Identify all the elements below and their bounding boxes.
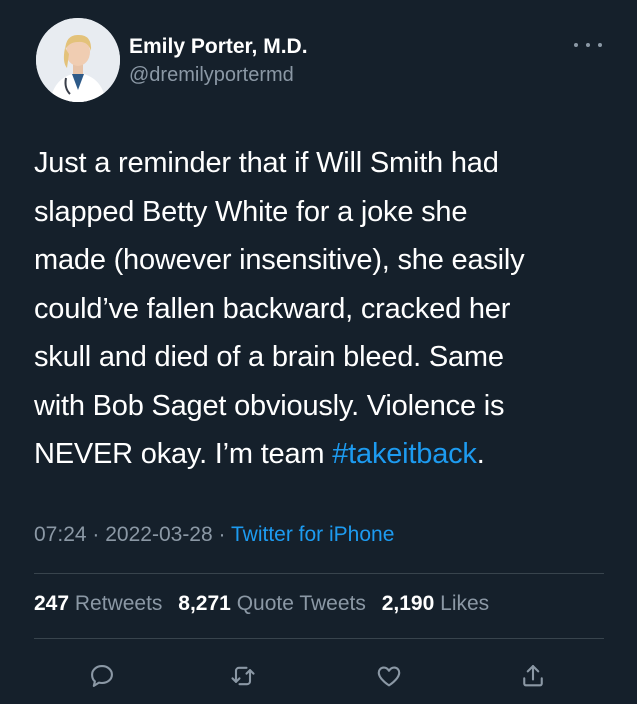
tweet-text-line: made (however insensitive), she easily: [34, 244, 525, 276]
divider: [34, 638, 604, 639]
meta-separator: ·: [92, 523, 100, 546]
hashtag-link[interactable]: #takeitback: [332, 438, 477, 470]
share-icon[interactable]: [513, 656, 553, 696]
tweet-stats: 247 Retweets 8,271 Quote Tweets 2,190 Li…: [34, 592, 499, 616]
tweet: Emily Porter, M.D. @dremilyportermd Just…: [0, 0, 637, 704]
more-dot: [598, 43, 602, 47]
avatar[interactable]: [36, 18, 120, 102]
tweet-text-line: slapped Betty White for a joke she: [34, 195, 468, 228]
tweet-text-line: Just a reminder that if Will Smith had: [34, 147, 499, 179]
retweet-icon[interactable]: [223, 656, 263, 696]
author-names: Emily Porter, M.D. @dremilyportermd: [129, 34, 308, 88]
display-name[interactable]: Emily Porter, M.D.: [129, 34, 308, 60]
quotes-stat[interactable]: 8,271 Quote Tweets: [178, 592, 366, 615]
like-icon[interactable]: [369, 656, 409, 696]
tweet-text: Just a reminder that if Will Smith had s…: [34, 139, 614, 479]
likes-stat[interactable]: 2,190 Likes: [382, 592, 489, 615]
tweet-text-line: with Bob Saget obviously. Violence is: [34, 389, 505, 422]
quotes-label: Quote Tweets: [236, 592, 366, 615]
divider: [34, 573, 604, 574]
tweet-time[interactable]: 07:24: [34, 523, 87, 546]
likes-count: 2,190: [381, 592, 435, 615]
tweet-source-link[interactable]: Twitter for iPhone: [231, 523, 394, 546]
tweet-meta: 07:24 · 2022-03-28 · Twitter for iPhone: [34, 523, 394, 547]
retweets-label: Retweets: [74, 592, 163, 615]
retweets-stat[interactable]: 247 Retweets: [34, 592, 162, 615]
more-dot: [574, 43, 578, 47]
likes-label: Likes: [440, 592, 490, 615]
tweet-header: Emily Porter, M.D. @dremilyportermd: [36, 18, 606, 108]
tweet-text-line: skull and died of a brain bleed. Same: [34, 341, 504, 373]
more-icon[interactable]: [574, 40, 602, 50]
more-dot: [586, 43, 590, 47]
tweet-actions: [0, 656, 637, 696]
user-handle[interactable]: @dremilyportermd: [129, 62, 308, 88]
tweet-text-line: NEVER okay. I’m team: [34, 438, 333, 470]
tweet-text-line: could’ve fallen backward, cracked her: [34, 292, 511, 325]
avatar-image: [36, 18, 120, 102]
tweet-text-trailing: .: [476, 438, 485, 470]
meta-separator: ·: [218, 523, 226, 546]
retweets-count: 247: [34, 592, 70, 615]
reply-icon[interactable]: [82, 656, 122, 696]
quotes-count: 8,271: [178, 592, 231, 615]
tweet-date[interactable]: 2022-03-28: [105, 523, 212, 546]
